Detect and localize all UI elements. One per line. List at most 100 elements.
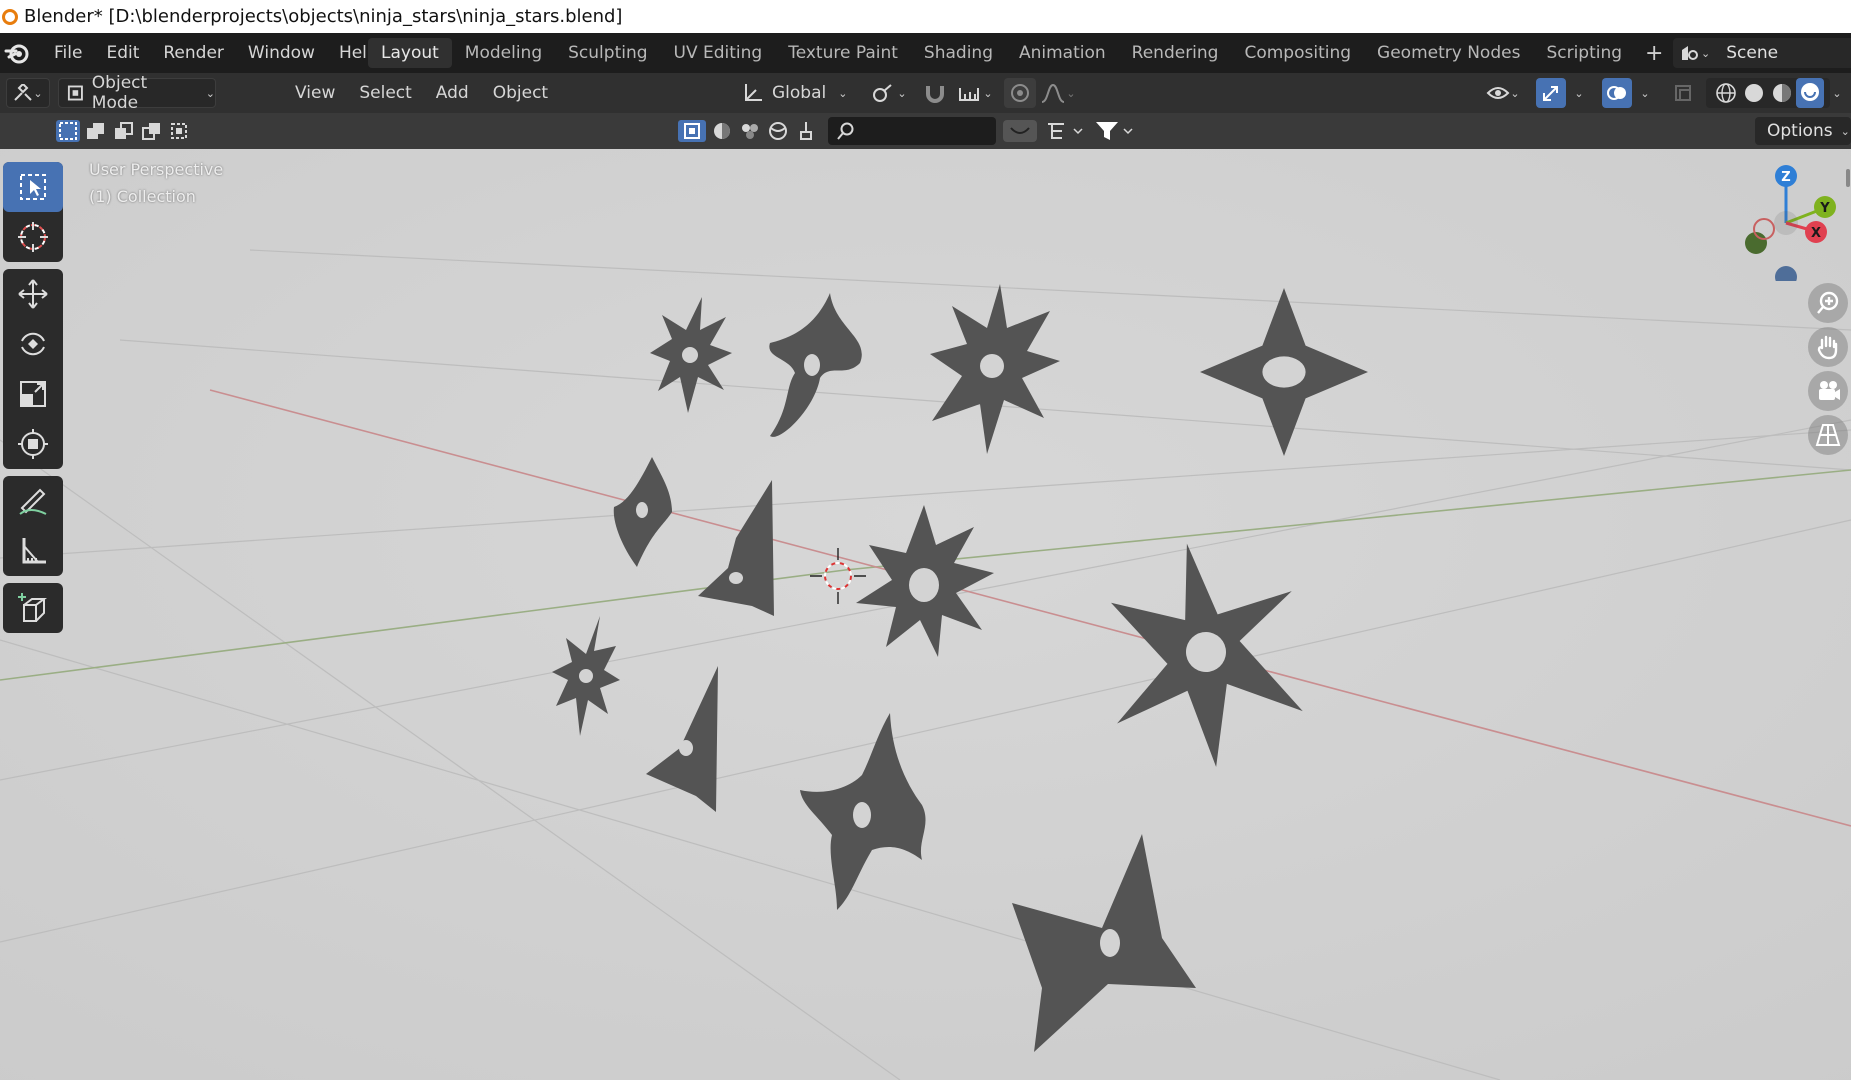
- gizmo-toggle[interactable]: [1536, 78, 1566, 108]
- rotate-tool[interactable]: [3, 319, 63, 369]
- pan-hand-icon: [1817, 335, 1838, 360]
- viewport-scrollbar[interactable]: [1846, 169, 1850, 187]
- filter-dropdown[interactable]: [1094, 120, 1138, 142]
- measure-tool[interactable]: [3, 526, 63, 576]
- tab-geometry-nodes[interactable]: Geometry Nodes: [1364, 38, 1533, 68]
- blender-menu-icon[interactable]: [4, 41, 30, 65]
- navigation-gizmo[interactable]: Z Y X: [1730, 161, 1840, 281]
- chevron-down-icon: ⌄: [1574, 86, 1584, 100]
- cursor-tool[interactable]: [3, 212, 63, 262]
- options-dropdown[interactable]: Options ⌄: [1755, 117, 1851, 145]
- 3d-viewport[interactable]: User Perspective (1) Collection Z Y X: [0, 149, 1851, 1080]
- measure-icon: [22, 538, 46, 564]
- select-new-button[interactable]: [56, 120, 80, 142]
- menu-window[interactable]: Window: [236, 43, 327, 63]
- tab-sculpting[interactable]: Sculpting: [555, 38, 660, 68]
- grid-view-icon: [1815, 424, 1841, 446]
- shading-modes: [1706, 78, 1830, 108]
- tab-uv-editing[interactable]: UV Editing: [661, 38, 776, 68]
- rendered-shading-button[interactable]: [1796, 78, 1824, 108]
- collection-name: (1) Collection: [89, 187, 196, 206]
- menu-file[interactable]: File: [42, 43, 94, 63]
- options-label: Options: [1767, 121, 1833, 141]
- gizmo-neg-z-icon[interactable]: [1775, 266, 1797, 281]
- search-input[interactable]: [828, 117, 996, 145]
- snap-toggle[interactable]: [918, 78, 952, 108]
- chevron-down-icon: ⌄: [1701, 46, 1711, 60]
- snap-target-button[interactable]: ⌄: [952, 78, 998, 108]
- transform-tool[interactable]: [3, 419, 63, 469]
- editor-type-button[interactable]: ⌄: [6, 78, 50, 108]
- viewport-menu: View Select Add Object: [283, 73, 560, 113]
- move-icon: [18, 279, 48, 309]
- tab-shading[interactable]: Shading: [911, 38, 1006, 68]
- select-subtract-button[interactable]: [112, 120, 136, 142]
- material-shading-icon[interactable]: [1771, 82, 1793, 104]
- pivot-point-button[interactable]: ⌄: [866, 78, 912, 108]
- overlays-icon: [1607, 86, 1626, 100]
- scene-selector[interactable]: ⌄ Scene: [1673, 38, 1851, 68]
- filter-world-button[interactable]: [764, 120, 792, 142]
- tab-layout[interactable]: Layout: [368, 38, 452, 68]
- falloff-button[interactable]: ⌄: [1036, 78, 1080, 108]
- gizmo-dropdown[interactable]: ⌄: [1566, 78, 1592, 108]
- select-box-tool[interactable]: [3, 162, 63, 212]
- menu-add[interactable]: Add: [424, 83, 481, 103]
- filter-texture-button[interactable]: [736, 120, 764, 142]
- overlays-dropdown[interactable]: ⌄: [1632, 78, 1658, 108]
- search-icon: [837, 122, 854, 140]
- tab-modeling[interactable]: Modeling: [452, 38, 555, 68]
- scene-icon: [1682, 46, 1698, 60]
- add-cube-tool[interactable]: [3, 583, 63, 633]
- overlays-toggle[interactable]: [1602, 78, 1632, 108]
- world-icon: [769, 122, 787, 140]
- zoom-button[interactable]: [1808, 283, 1848, 323]
- move-tool[interactable]: [3, 269, 63, 319]
- transform-orientation-selector[interactable]: Global ⌄: [742, 78, 860, 108]
- tab-animation[interactable]: Animation: [1006, 38, 1119, 68]
- filter-material-button[interactable]: [708, 120, 736, 142]
- filter-brush-button[interactable]: [792, 120, 820, 142]
- xray-toggle[interactable]: [1670, 78, 1696, 108]
- select-invert-button[interactable]: [140, 120, 164, 142]
- falloff-curve-icon: [1042, 83, 1065, 103]
- proportional-edit-toggle[interactable]: [1004, 78, 1036, 108]
- scale-tool[interactable]: [3, 369, 63, 419]
- solid-shading-icon[interactable]: [1743, 82, 1765, 104]
- tool-group-select: [3, 162, 63, 262]
- bone-curve-button[interactable]: [1003, 120, 1037, 142]
- shading-dropdown[interactable]: ⌄: [1824, 78, 1850, 108]
- tab-scripting[interactable]: Scripting: [1533, 38, 1635, 68]
- tab-rendering[interactable]: Rendering: [1119, 38, 1232, 68]
- select-intersect-button[interactable]: [168, 120, 192, 142]
- filter-object-button[interactable]: [678, 120, 706, 142]
- perspective-toggle-button[interactable]: [1808, 415, 1848, 455]
- scale-icon: [20, 381, 46, 407]
- menu-render[interactable]: Render: [151, 43, 236, 63]
- material-icon: [714, 123, 730, 139]
- zoom-icon: [1817, 291, 1839, 314]
- pan-button[interactable]: [1808, 327, 1848, 367]
- menu-select[interactable]: Select: [347, 83, 423, 103]
- mode-selector[interactable]: Object Mode ⌄: [58, 73, 216, 113]
- tool-group-transform: [3, 269, 63, 469]
- add-workspace-button[interactable]: +: [1635, 41, 1673, 66]
- visibility-button[interactable]: ⌄: [1482, 78, 1524, 108]
- tab-texture-paint[interactable]: Texture Paint: [775, 38, 911, 68]
- pivot-icon: [873, 84, 893, 102]
- hierarchy-dropdown[interactable]: [1044, 120, 1088, 142]
- window-title: Blender* [D:\blenderprojects\objects\nin…: [24, 6, 623, 27]
- annotate-tool[interactable]: [3, 476, 63, 526]
- tab-compositing[interactable]: Compositing: [1231, 38, 1364, 68]
- blender-logo-icon: [2, 8, 18, 25]
- magnet-icon: [926, 86, 944, 103]
- menu-view[interactable]: View: [283, 83, 347, 103]
- menu-object[interactable]: Object: [481, 83, 560, 103]
- wireframe-shading-icon[interactable]: [1715, 82, 1737, 104]
- proportional-edit-icon: [1011, 84, 1029, 102]
- menu-edit[interactable]: Edit: [94, 43, 151, 63]
- select-extend-button[interactable]: [84, 120, 108, 142]
- orientation-label: Global: [772, 83, 827, 103]
- transform-icon: [18, 429, 48, 459]
- camera-view-button[interactable]: [1808, 371, 1848, 411]
